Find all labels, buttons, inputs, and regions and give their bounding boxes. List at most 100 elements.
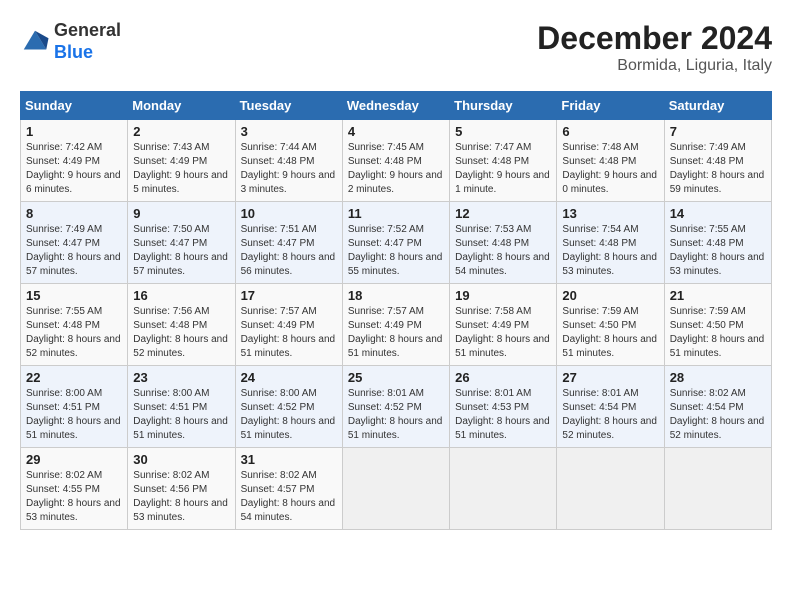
day-info: Sunrise: 7:45 AM Sunset: 4:48 PM Dayligh… (348, 141, 444, 197)
day-number: 29 (26, 452, 122, 467)
day-info: Sunrise: 7:57 AM Sunset: 4:49 PM Dayligh… (348, 305, 444, 361)
calendar-cell: 4 Sunrise: 7:45 AM Sunset: 4:48 PM Dayli… (342, 120, 449, 202)
calendar-cell: 20 Sunrise: 7:59 AM Sunset: 4:50 PM Dayl… (557, 284, 664, 366)
calendar-week-5: 29 Sunrise: 8:02 AM Sunset: 4:55 PM Dayl… (21, 448, 772, 530)
calendar-cell: 22 Sunrise: 8:00 AM Sunset: 4:51 PM Dayl… (21, 366, 128, 448)
day-number: 27 (562, 370, 658, 385)
day-number: 14 (670, 206, 766, 221)
day-number: 21 (670, 288, 766, 303)
day-info: Sunrise: 8:01 AM Sunset: 4:52 PM Dayligh… (348, 387, 444, 443)
day-info: Sunrise: 7:59 AM Sunset: 4:50 PM Dayligh… (562, 305, 658, 361)
calendar-cell: 15 Sunrise: 7:55 AM Sunset: 4:48 PM Dayl… (21, 284, 128, 366)
day-info: Sunrise: 8:02 AM Sunset: 4:55 PM Dayligh… (26, 469, 122, 525)
day-number: 25 (348, 370, 444, 385)
header-row: Sunday Monday Tuesday Wednesday Thursday… (21, 92, 772, 120)
day-number: 26 (455, 370, 551, 385)
day-number: 7 (670, 124, 766, 139)
day-info: Sunrise: 7:47 AM Sunset: 4:48 PM Dayligh… (455, 141, 551, 197)
day-info: Sunrise: 7:52 AM Sunset: 4:47 PM Dayligh… (348, 223, 444, 279)
calendar-cell: 21 Sunrise: 7:59 AM Sunset: 4:50 PM Dayl… (664, 284, 771, 366)
day-number: 15 (26, 288, 122, 303)
calendar-cell: 13 Sunrise: 7:54 AM Sunset: 4:48 PM Dayl… (557, 202, 664, 284)
calendar-week-2: 8 Sunrise: 7:49 AM Sunset: 4:47 PM Dayli… (21, 202, 772, 284)
day-number: 5 (455, 124, 551, 139)
col-thursday: Thursday (450, 92, 557, 120)
col-friday: Friday (557, 92, 664, 120)
calendar-cell: 31 Sunrise: 8:02 AM Sunset: 4:57 PM Dayl… (235, 448, 342, 530)
calendar-cell (450, 448, 557, 530)
calendar-cell (664, 448, 771, 530)
calendar-cell: 6 Sunrise: 7:48 AM Sunset: 4:48 PM Dayli… (557, 120, 664, 202)
day-info: Sunrise: 7:58 AM Sunset: 4:49 PM Dayligh… (455, 305, 551, 361)
page-header: General Blue December 2024 Bormida, Ligu… (20, 20, 772, 75)
calendar-cell: 14 Sunrise: 7:55 AM Sunset: 4:48 PM Dayl… (664, 202, 771, 284)
day-info: Sunrise: 7:49 AM Sunset: 4:47 PM Dayligh… (26, 223, 122, 279)
day-number: 23 (133, 370, 229, 385)
calendar-cell: 30 Sunrise: 8:02 AM Sunset: 4:56 PM Dayl… (128, 448, 235, 530)
day-number: 13 (562, 206, 658, 221)
calendar-title: December 2024 (537, 20, 772, 57)
calendar-cell: 29 Sunrise: 8:02 AM Sunset: 4:55 PM Dayl… (21, 448, 128, 530)
day-number: 11 (348, 206, 444, 221)
day-info: Sunrise: 7:51 AM Sunset: 4:47 PM Dayligh… (241, 223, 337, 279)
day-info: Sunrise: 7:59 AM Sunset: 4:50 PM Dayligh… (670, 305, 766, 361)
calendar-week-1: 1 Sunrise: 7:42 AM Sunset: 4:49 PM Dayli… (21, 120, 772, 202)
calendar-cell: 12 Sunrise: 7:53 AM Sunset: 4:48 PM Dayl… (450, 202, 557, 284)
calendar-cell: 11 Sunrise: 7:52 AM Sunset: 4:47 PM Dayl… (342, 202, 449, 284)
day-number: 17 (241, 288, 337, 303)
calendar-cell: 23 Sunrise: 8:00 AM Sunset: 4:51 PM Dayl… (128, 366, 235, 448)
day-info: Sunrise: 7:44 AM Sunset: 4:48 PM Dayligh… (241, 141, 337, 197)
day-info: Sunrise: 7:49 AM Sunset: 4:48 PM Dayligh… (670, 141, 766, 197)
day-info: Sunrise: 7:56 AM Sunset: 4:48 PM Dayligh… (133, 305, 229, 361)
day-info: Sunrise: 8:01 AM Sunset: 4:54 PM Dayligh… (562, 387, 658, 443)
day-number: 20 (562, 288, 658, 303)
day-number: 2 (133, 124, 229, 139)
calendar-table: Sunday Monday Tuesday Wednesday Thursday… (20, 91, 772, 530)
day-info: Sunrise: 7:48 AM Sunset: 4:48 PM Dayligh… (562, 141, 658, 197)
calendar-cell: 27 Sunrise: 8:01 AM Sunset: 4:54 PM Dayl… (557, 366, 664, 448)
col-monday: Monday (128, 92, 235, 120)
day-info: Sunrise: 8:02 AM Sunset: 4:54 PM Dayligh… (670, 387, 766, 443)
calendar-cell: 10 Sunrise: 7:51 AM Sunset: 4:47 PM Dayl… (235, 202, 342, 284)
day-number: 18 (348, 288, 444, 303)
calendar-cell: 9 Sunrise: 7:50 AM Sunset: 4:47 PM Dayli… (128, 202, 235, 284)
col-sunday: Sunday (21, 92, 128, 120)
day-number: 1 (26, 124, 122, 139)
logo-text: General Blue (54, 20, 121, 63)
day-info: Sunrise: 8:02 AM Sunset: 4:57 PM Dayligh… (241, 469, 337, 525)
calendar-cell (342, 448, 449, 530)
day-info: Sunrise: 8:01 AM Sunset: 4:53 PM Dayligh… (455, 387, 551, 443)
day-number: 19 (455, 288, 551, 303)
calendar-cell: 8 Sunrise: 7:49 AM Sunset: 4:47 PM Dayli… (21, 202, 128, 284)
calendar-cell: 16 Sunrise: 7:56 AM Sunset: 4:48 PM Dayl… (128, 284, 235, 366)
day-number: 16 (133, 288, 229, 303)
calendar-cell: 25 Sunrise: 8:01 AM Sunset: 4:52 PM Dayl… (342, 366, 449, 448)
calendar-cell: 24 Sunrise: 8:00 AM Sunset: 4:52 PM Dayl… (235, 366, 342, 448)
day-number: 3 (241, 124, 337, 139)
calendar-week-4: 22 Sunrise: 8:00 AM Sunset: 4:51 PM Dayl… (21, 366, 772, 448)
day-number: 31 (241, 452, 337, 467)
day-info: Sunrise: 7:53 AM Sunset: 4:48 PM Dayligh… (455, 223, 551, 279)
day-number: 28 (670, 370, 766, 385)
day-number: 10 (241, 206, 337, 221)
calendar-week-3: 15 Sunrise: 7:55 AM Sunset: 4:48 PM Dayl… (21, 284, 772, 366)
day-info: Sunrise: 7:43 AM Sunset: 4:49 PM Dayligh… (133, 141, 229, 197)
day-info: Sunrise: 7:55 AM Sunset: 4:48 PM Dayligh… (670, 223, 766, 279)
day-info: Sunrise: 8:00 AM Sunset: 4:51 PM Dayligh… (133, 387, 229, 443)
day-number: 4 (348, 124, 444, 139)
calendar-cell: 7 Sunrise: 7:49 AM Sunset: 4:48 PM Dayli… (664, 120, 771, 202)
calendar-cell: 26 Sunrise: 8:01 AM Sunset: 4:53 PM Dayl… (450, 366, 557, 448)
day-number: 30 (133, 452, 229, 467)
day-info: Sunrise: 7:54 AM Sunset: 4:48 PM Dayligh… (562, 223, 658, 279)
day-info: Sunrise: 7:57 AM Sunset: 4:49 PM Dayligh… (241, 305, 337, 361)
calendar-cell: 17 Sunrise: 7:57 AM Sunset: 4:49 PM Dayl… (235, 284, 342, 366)
logo-icon (20, 27, 50, 57)
calendar-cell: 3 Sunrise: 7:44 AM Sunset: 4:48 PM Dayli… (235, 120, 342, 202)
calendar-cell: 5 Sunrise: 7:47 AM Sunset: 4:48 PM Dayli… (450, 120, 557, 202)
day-number: 8 (26, 206, 122, 221)
day-number: 9 (133, 206, 229, 221)
day-info: Sunrise: 8:00 AM Sunset: 4:51 PM Dayligh… (26, 387, 122, 443)
day-number: 6 (562, 124, 658, 139)
calendar-subtitle: Bormida, Liguria, Italy (537, 57, 772, 75)
col-wednesday: Wednesday (342, 92, 449, 120)
